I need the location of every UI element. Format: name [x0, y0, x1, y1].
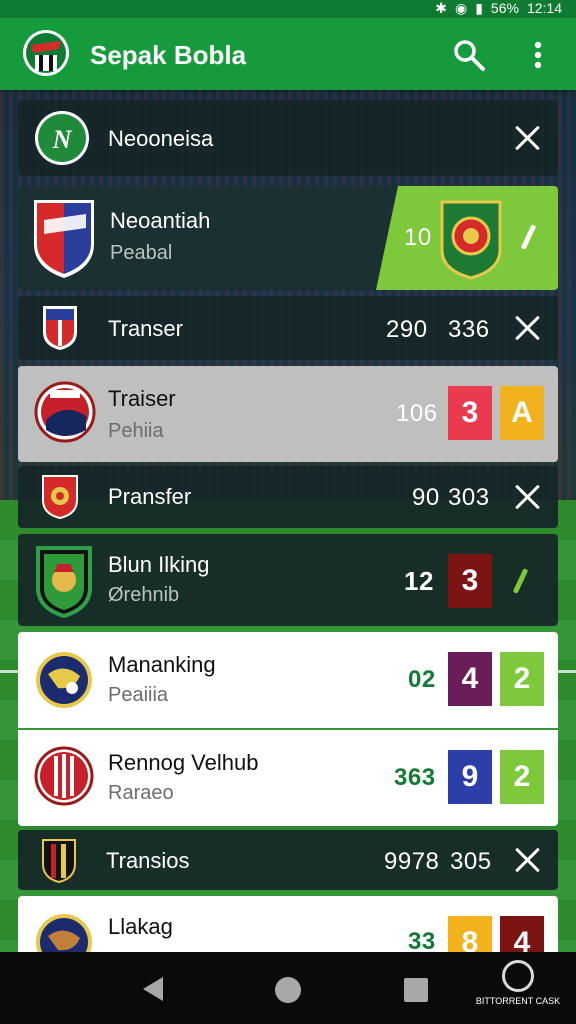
watermark-text: BITTORRENT CASK — [475, 996, 561, 1006]
opponent-crest-icon — [440, 200, 502, 280]
team-name: Llakag — [108, 914, 173, 939]
score: 10 — [404, 224, 432, 251]
app-bar: Sepak Bobla — [0, 18, 576, 90]
team-subtitle: Raraeo — [108, 782, 174, 804]
team-crest-icon — [36, 914, 92, 956]
result-box: 9 — [448, 750, 492, 804]
team-name: Rennog Velhub — [108, 750, 259, 775]
team-crest-icon — [36, 546, 92, 618]
team-name: Mananking — [108, 652, 216, 677]
list-item[interactable]: Traiser Pehiia 106 3 A — [18, 366, 558, 462]
team-name: Traiser — [108, 386, 176, 411]
search-icon[interactable] — [452, 38, 486, 72]
status-time: 12:14 — [526, 0, 562, 16]
team-subtitle: Ørehnib — [108, 584, 180, 606]
list-item[interactable]: N Neooneisa — [18, 100, 558, 176]
score-secondary: 305 — [450, 848, 492, 875]
team-crest-icon — [43, 306, 77, 350]
team-name: Neoantiah — [110, 208, 211, 233]
list-item[interactable]: Transer 290 336 — [18, 296, 558, 360]
watermark: BITTORRENT CASK — [472, 960, 564, 1020]
recent-apps-icon[interactable] — [404, 978, 428, 1002]
team-subtitle: Peaiiia — [108, 684, 169, 706]
score: 12 — [404, 566, 434, 596]
team-name: Transer — [108, 316, 183, 341]
app-logo-icon — [23, 30, 69, 76]
score: 90 — [412, 484, 440, 511]
status-bar: ✱ ◉ ▮ 56% 12:14 — [0, 0, 576, 18]
team-crest-icon: N — [35, 111, 89, 165]
team-crest-icon — [42, 839, 76, 884]
score: 9978 — [384, 848, 440, 875]
result-box: 8 — [448, 916, 492, 956]
status-mark — [512, 568, 529, 594]
team-crest-icon — [42, 475, 78, 520]
team-crest-icon — [34, 381, 96, 443]
list-item[interactable]: Neoantiah Peabal 10 — [18, 186, 558, 290]
team-subtitle: Pehiia — [108, 420, 164, 442]
team-crest-icon — [34, 746, 94, 806]
close-icon[interactable] — [514, 314, 542, 342]
score: 290 — [386, 316, 428, 343]
team-name: Pransfer — [108, 484, 192, 509]
team-crest-icon — [34, 200, 94, 278]
result-box: 4 — [500, 916, 544, 956]
bluetooth-icon: ✱ — [435, 0, 447, 16]
list-item[interactable]: Transios 9978 305 — [18, 830, 558, 890]
result-box: 4 — [448, 652, 492, 706]
more-vert-icon[interactable] — [528, 40, 548, 70]
list-item[interactable]: Mananking Peaiiia 02 4 2 — [18, 632, 558, 728]
home-icon[interactable] — [275, 977, 301, 1003]
result-box: 2 — [500, 652, 544, 706]
vibrate-icon: ◉ — [454, 0, 468, 16]
team-crest-icon — [36, 652, 92, 708]
back-icon[interactable] — [143, 977, 163, 1001]
score-secondary: 336 — [448, 316, 490, 343]
svg-text:N: N — [52, 125, 73, 154]
result-box: 2 — [500, 750, 544, 804]
score: 363 — [394, 764, 436, 791]
watermark-logo-icon — [502, 960, 534, 992]
result-box: 3 — [448, 554, 492, 608]
list-item[interactable]: Pransfer 90 303 — [18, 466, 558, 528]
result-box: 3 — [448, 386, 492, 440]
score-secondary: 303 — [448, 484, 490, 511]
score: 106 — [396, 400, 438, 427]
signal-icon: ▮ — [475, 0, 483, 16]
close-icon[interactable] — [514, 124, 542, 152]
app-title: Sepak Bobla — [90, 40, 247, 70]
close-icon[interactable] — [514, 846, 542, 874]
list-item[interactable]: Blun Ilking Ørehnib 12 3 — [18, 534, 558, 626]
result-box: A — [500, 386, 544, 440]
list-item[interactable]: Rennog Velhub Raraeo 363 9 2 — [18, 730, 558, 826]
team-subtitle: Peabal — [110, 242, 173, 264]
battery-text: 56% — [490, 0, 519, 16]
score: 02 — [408, 666, 436, 693]
list-item[interactable]: Llakag 33 8 4 — [18, 896, 558, 956]
close-icon[interactable] — [514, 483, 542, 511]
team-name: Blun Ilking — [108, 552, 210, 577]
team-name: Transios — [106, 848, 190, 873]
team-name: Neooneisa — [108, 126, 214, 151]
